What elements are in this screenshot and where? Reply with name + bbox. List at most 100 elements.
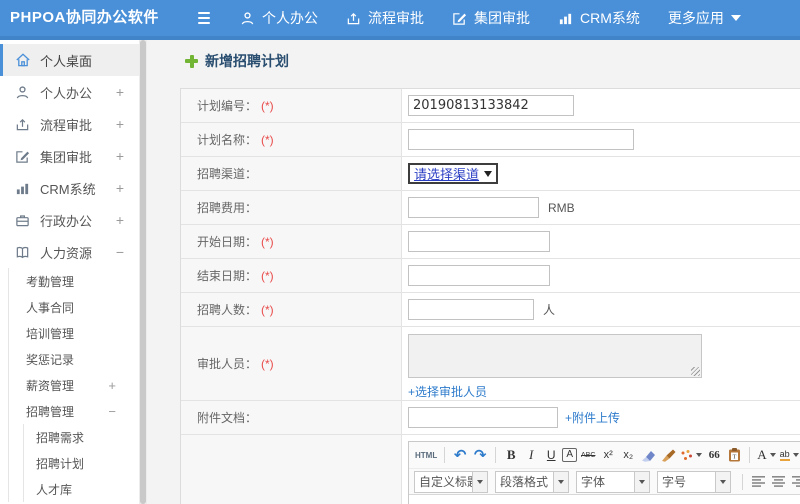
italic-button[interactable]: I [522, 445, 540, 466]
font-size-select[interactable]: 字号 [657, 470, 731, 493]
underline-button[interactable]: U [542, 445, 560, 466]
sidebar-item-attendance[interactable]: 考勤管理 [9, 268, 139, 294]
expand-plus[interactable]: + [116, 148, 124, 164]
scrollbar-thumb[interactable] [140, 40, 146, 504]
user-icon [240, 11, 255, 26]
topnav-crm[interactable]: CRM系统 [558, 8, 640, 28]
toolbar-divider [742, 473, 743, 490]
redo-button[interactable]: ↷ [471, 445, 489, 466]
blockquote-button[interactable]: 66 [705, 445, 723, 466]
expand-plus[interactable]: + [116, 84, 124, 100]
form-row-headcount: 招聘人数： (*) 人 [181, 293, 800, 327]
expand-plus[interactable]: + [116, 180, 124, 196]
expand-plus[interactable]: + [116, 116, 124, 132]
topnav-group-approval[interactable]: 集团审批 [452, 8, 530, 28]
budget-unit: RMB [548, 200, 575, 215]
select-caret-icon [715, 471, 730, 492]
sidebar-item-recruit-plan[interactable]: 招聘计划 [24, 450, 139, 476]
approvers-textarea[interactable] [408, 334, 702, 378]
sidebar-item-talent-pool[interactable]: 人才库 [24, 476, 139, 502]
font-style-button[interactable]: A [562, 448, 578, 462]
paragraph-format-select[interactable]: 段落格式 [495, 470, 569, 493]
eraser-icon[interactable] [639, 445, 657, 466]
required-marker: (*) [261, 302, 274, 317]
format-painter-icon[interactable] [679, 445, 703, 466]
collapse-minus[interactable]: − [116, 244, 124, 260]
plan-name-input[interactable] [408, 129, 634, 150]
hr-submenu: 考勤管理 人事合同 培训管理 奖惩记录 薪资管理 + 招聘管理 − 招聘需求 招… [8, 268, 139, 502]
sidebar-item-group-approval[interactable]: 集团审批 + [0, 140, 139, 172]
rich-text-editor: HTML ↶ ↷ B I U A ABC x² x₂ 66 T A ab 自定义… [408, 441, 800, 504]
paste-icon[interactable]: T [725, 445, 743, 466]
recruit-plan-form: 计划编号：(*) 计划名称：(*) 招聘渠道： 请选择渠道 [180, 88, 800, 504]
hamburger-menu-button[interactable] [196, 12, 212, 24]
superscript-button[interactable]: x² [599, 445, 617, 466]
sidebar-item-workflow-approval[interactable]: 流程审批 + [0, 108, 139, 140]
dropdown-caret-icon [792, 453, 799, 457]
form-row-budget: 招聘费用： RMB [181, 191, 800, 225]
chart-icon [558, 11, 573, 26]
font-color-button[interactable]: A [756, 445, 776, 466]
headcount-unit: 人 [543, 303, 556, 317]
sidebar-item-salary[interactable]: 薪资管理 + [9, 372, 139, 398]
undo-button[interactable]: ↶ [451, 445, 469, 466]
topbar: PHPOA协同办公软件 个人办公 流程审批 集团审批 CRM系统 更多应用 [0, 0, 800, 40]
book-icon [14, 245, 31, 260]
home-icon [14, 52, 31, 68]
user-icon [14, 85, 31, 100]
sidebar-item-crm[interactable]: CRM系统 + [0, 172, 139, 204]
strikethrough-button[interactable]: ABC [579, 445, 597, 466]
collapse-minus[interactable]: − [108, 404, 116, 419]
topnav-personal-office[interactable]: 个人办公 [240, 8, 318, 28]
topnav-more-apps[interactable]: 更多应用 [668, 8, 741, 28]
select-caret-icon [634, 471, 649, 492]
font-family-select[interactable]: 字体 [576, 470, 650, 493]
subscript-button[interactable]: x₂ [619, 445, 637, 466]
recruit-submenu: 招聘需求 招聘计划 人才库 [23, 424, 139, 502]
editor-content-area[interactable] [409, 494, 800, 504]
required-marker: (*) [261, 234, 274, 249]
choose-approvers-link[interactable]: +选择审批人员 [408, 383, 487, 400]
sidebar-item-personal-office[interactable]: 个人办公 + [0, 76, 139, 108]
sidebar-item-desktop[interactable]: 个人桌面 [0, 44, 139, 76]
sidebar-item-hr[interactable]: 人力资源 − [0, 236, 139, 268]
align-center-icon[interactable] [769, 471, 787, 492]
form-row-start-date: 开始日期： (*) [181, 225, 800, 259]
plan-number-input[interactable] [408, 95, 574, 116]
align-left-icon[interactable] [749, 471, 767, 492]
select-caret-icon [553, 471, 568, 492]
main-content: 新增招聘计划 计划编号：(*) 计划名称：(*) 招聘渠道： 请选择渠道 [147, 40, 800, 504]
source-code-button[interactable]: HTML [414, 445, 438, 466]
custom-title-select[interactable]: 自定义标题 [414, 470, 488, 493]
start-date-input[interactable] [408, 231, 550, 252]
dropdown-caret-icon [696, 453, 703, 457]
form-row-end-date: 结束日期： (*) [181, 259, 800, 293]
expand-plus[interactable]: + [116, 212, 124, 228]
sidebar-item-recruit-mgmt[interactable]: 招聘管理 − [9, 398, 139, 424]
align-right-icon[interactable] [789, 471, 800, 492]
required-marker: (*) [261, 268, 274, 283]
sidebar-scrollbar[interactable] [139, 40, 147, 504]
channel-select[interactable]: 请选择渠道 [408, 163, 499, 184]
brush-icon[interactable] [659, 445, 677, 466]
resize-grip-icon[interactable] [691, 367, 700, 376]
form-row-attachment: 附件文档： +附件上传 [181, 401, 800, 435]
edit-icon [452, 11, 467, 26]
expand-plus[interactable]: + [108, 378, 116, 393]
sidebar-item-admin-office[interactable]: 行政办公 + [0, 204, 139, 236]
topnav-workflow-approval[interactable]: 流程审批 [346, 8, 424, 28]
sidebar-item-recruit-demand[interactable]: 招聘需求 [24, 424, 139, 450]
required-marker: (*) [261, 132, 274, 147]
attachment-upload-link[interactable]: +附件上传 [565, 409, 620, 426]
sidebar-item-hr-contract[interactable]: 人事合同 [9, 294, 139, 320]
end-date-input[interactable] [408, 265, 550, 286]
highlight-color-button[interactable]: ab [779, 445, 800, 466]
budget-input[interactable] [408, 197, 539, 218]
select-caret-icon [472, 471, 487, 492]
form-row-plan-number: 计划编号： (*) [181, 89, 800, 123]
headcount-input[interactable] [408, 299, 534, 320]
attachment-input[interactable] [408, 407, 558, 428]
sidebar-item-reward-punish[interactable]: 奖惩记录 [9, 346, 139, 372]
sidebar-item-training[interactable]: 培训管理 [9, 320, 139, 346]
bold-button[interactable]: B [502, 445, 520, 466]
